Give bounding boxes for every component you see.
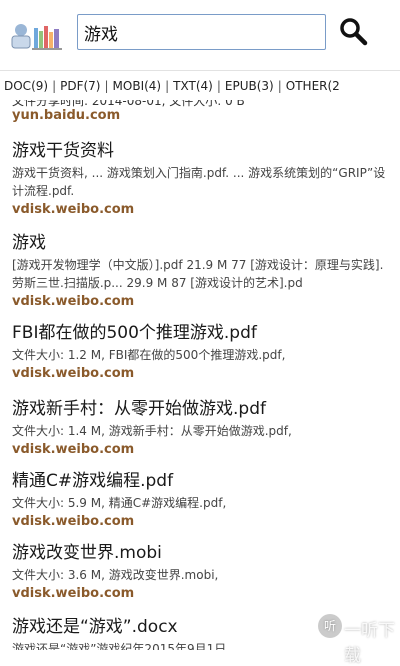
result-item: 游戏改变世界.mobi 文件大小: 3.6 M, 游戏改变世界.mobi, vd… bbox=[12, 542, 390, 603]
result-description: 游戏还是“游戏”游戏纪年2015年9月1日 ... bbox=[12, 642, 242, 650]
filter-doc[interactable]: DOC(9) bbox=[4, 79, 48, 93]
result-description: 文件大小: 1.2 M, FBI都在做的500个推理游戏.pdf, bbox=[12, 348, 286, 362]
magnifier-search-icon bbox=[340, 17, 368, 45]
result-title[interactable]: FBI都在做的500个推理游戏.pdf bbox=[12, 322, 390, 344]
result-item: 游戏还是“游戏”.docx 游戏还是“游戏”游戏纪年2015年9月1日 ... bbox=[12, 616, 390, 650]
file-type-filter-bar: DOC(9) | PDF(7) | MOBI(4) | TXT(4) | EPUB(3) | OTH… bbox=[0, 70, 400, 101]
search-button[interactable] bbox=[336, 15, 370, 49]
result-item: 游戏干货资料 游戏干货资料, ... 游戏策划入门指南.pdf. ... 游戏系… bbox=[12, 140, 390, 219]
result-source-link[interactable]: vdisk.weibo.com bbox=[12, 365, 390, 383]
result-title[interactable]: 游戏 bbox=[12, 232, 390, 254]
filter-txt[interactable]: TXT(4) bbox=[173, 79, 213, 93]
result-description: 文件大小: 3.6 M, 游戏改变世界.mobi, bbox=[12, 568, 219, 582]
top-bar bbox=[0, 0, 400, 64]
result-item: 游戏新手村：从零开始做游戏.pdf 文件大小: 1.4 M, 游戏新手村：从零开… bbox=[12, 398, 390, 459]
result-title[interactable]: 游戏干货资料 bbox=[12, 140, 390, 162]
filter-pdf[interactable]: PDF(7) bbox=[60, 79, 100, 93]
bookshelf-logo-icon[interactable] bbox=[8, 20, 66, 50]
result-description: 文件大小: 1.4 M, 游戏新手村：从零开始做游戏.pdf, bbox=[12, 424, 292, 438]
result-source-link[interactable]: yun.baidu.com bbox=[12, 108, 120, 123]
filter-epub[interactable]: EPUB(3) bbox=[225, 79, 274, 93]
result-source-link[interactable]: vdisk.weibo.com bbox=[12, 201, 390, 219]
result-item: 游戏 [游戏开发物理学（中文版）].pdf 21.9 M 77 [游戏设计：原理… bbox=[12, 232, 390, 311]
result-description: 游戏干货资料, ... 游戏策划入门指南.pdf. ... 游戏系统策划的“GR… bbox=[12, 166, 386, 198]
result-source-link[interactable]: vdisk.weibo.com bbox=[12, 441, 390, 459]
search-input[interactable] bbox=[77, 14, 326, 50]
result-title[interactable]: 游戏还是“游戏”.docx bbox=[12, 616, 390, 638]
result-source-link[interactable]: vdisk.weibo.com bbox=[12, 585, 390, 603]
filter-mobi[interactable]: MOBI(4) bbox=[113, 79, 162, 93]
result-title[interactable]: 精通C#游戏编程.pdf bbox=[12, 470, 390, 492]
result-item: FBI都在做的500个推理游戏.pdf 文件大小: 1.2 M, FBI都在做的… bbox=[12, 322, 390, 383]
filter-other[interactable]: OTHER(2 bbox=[286, 79, 340, 93]
result-item: 精通C#游戏编程.pdf 文件大小: 5.9 M, 精通C#游戏编程.pdf, … bbox=[12, 470, 390, 531]
search-results-list: 文件分享时间: 2014-08-01, 文件大小: 0 B yun.baidu.… bbox=[0, 100, 400, 650]
result-source-link[interactable]: vdisk.weibo.com bbox=[12, 513, 390, 531]
result-source-link[interactable]: vdisk.weibo.com bbox=[12, 293, 390, 311]
result-description: [游戏开发物理学（中文版）].pdf 21.9 M 77 [游戏设计：原理与实践… bbox=[12, 258, 384, 290]
result-title[interactable]: 游戏改变世界.mobi bbox=[12, 542, 390, 564]
result-description: 文件大小: 5.9 M, 精通C#游戏编程.pdf, bbox=[12, 496, 227, 510]
result-title[interactable]: 游戏新手村：从零开始做游戏.pdf bbox=[12, 398, 390, 420]
